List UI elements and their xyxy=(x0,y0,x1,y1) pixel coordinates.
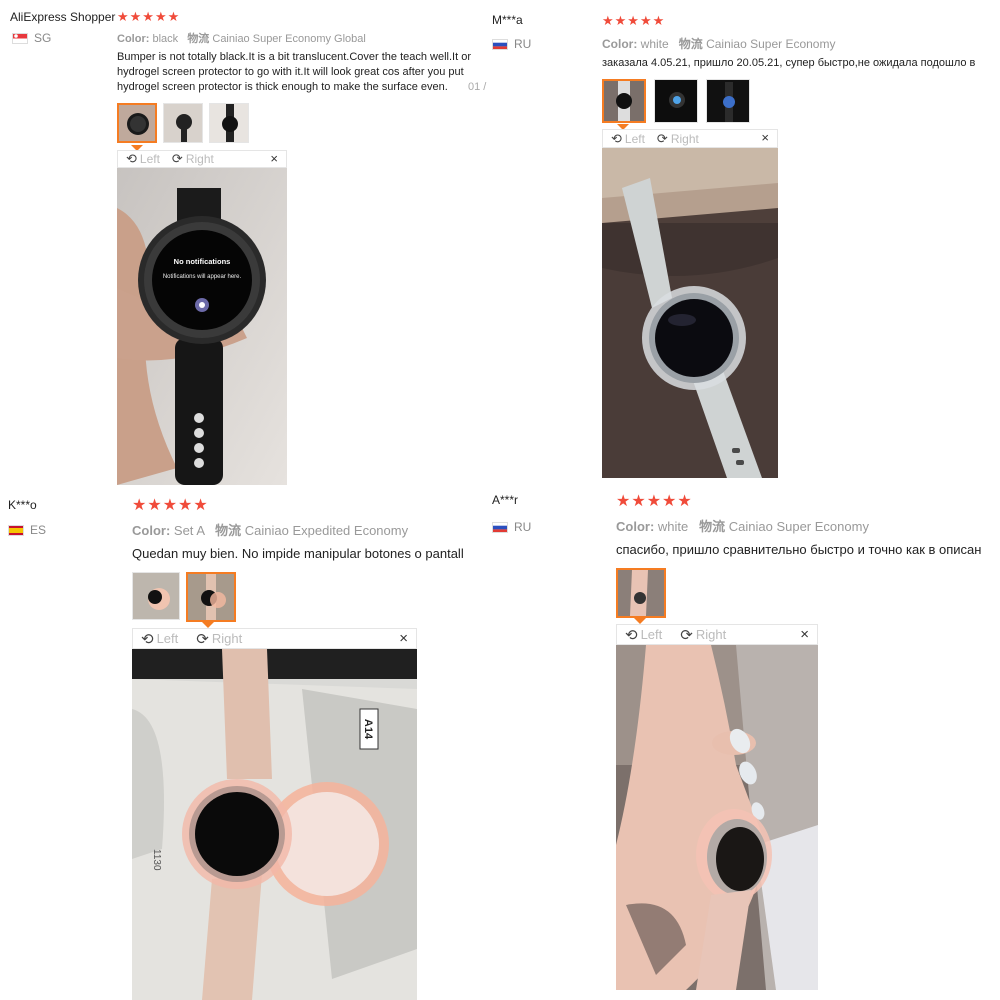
photo-thumbnail[interactable] xyxy=(163,103,203,143)
review-photo-large xyxy=(616,645,818,990)
rotate-left-button[interactable]: ⟲ Left xyxy=(611,131,645,147)
shipping-value: Cainiao Super Economy xyxy=(728,519,869,534)
rotate-right-button[interactable]: ⟳ Right xyxy=(172,151,214,167)
photo-thumbnails xyxy=(117,103,249,143)
review-card: K***o ES ★★★★★ Color: Set A 物流 Cainiao E… xyxy=(0,490,490,1000)
star-rating: ★★★★★ xyxy=(602,13,666,28)
rotate-right-icon: ⟳ xyxy=(680,626,693,644)
shipping-label: 物流 xyxy=(215,523,242,538)
color-value: white xyxy=(657,519,689,534)
close-viewer-button[interactable]: × xyxy=(399,630,408,647)
photo-thumbnail[interactable] xyxy=(706,79,750,123)
review-attributes: Color: white 物流 Cainiao Super Economy xyxy=(616,516,869,535)
reviewer-country: SG xyxy=(12,31,51,45)
rotate-right-icon: ⟳ xyxy=(656,130,668,146)
color-label: Color: xyxy=(132,523,171,538)
country-code: RU xyxy=(514,520,532,534)
review-text: Bumper is not totally black.It is a bit … xyxy=(117,50,487,98)
rotate-left-button[interactable]: ⟲ Left xyxy=(141,630,178,648)
review-body: Bumper is not totally black.It is a bit … xyxy=(117,51,471,93)
rotate-right-button[interactable]: ⟳ Right xyxy=(657,131,699,147)
review-card: M***a RU ★★★★★ Color: white 物流 Cainiao S… xyxy=(490,0,1000,490)
photo-thumbnail[interactable] xyxy=(209,103,249,143)
country-code: SG xyxy=(34,31,52,45)
country-code: RU xyxy=(514,37,532,51)
review-attributes: Color: black 物流 Cainiao Super Economy Gl… xyxy=(117,30,366,46)
rotate-right-icon: ⟳ xyxy=(171,151,183,166)
review-photo-large: A14 1130 xyxy=(132,649,417,1000)
package-number: 1130 xyxy=(151,849,162,871)
star-rating: ★★★★★ xyxy=(132,497,209,514)
review-date: 01 / xyxy=(468,81,490,93)
rotate-left-button[interactable]: ⟲ Left xyxy=(625,626,662,644)
photo-viewer-toolbar: ⟲ Left ⟳ Right × xyxy=(602,129,778,148)
package-label-code: A14 xyxy=(362,719,374,740)
flag-ru-icon xyxy=(492,521,508,533)
shipping-value: Cainiao Super Economy xyxy=(706,37,836,51)
photo-thumbnail[interactable] xyxy=(616,568,666,618)
photo-thumbnail[interactable] xyxy=(132,572,180,620)
photo-thumbnail[interactable] xyxy=(654,79,698,123)
color-value: black xyxy=(152,33,179,45)
rotate-left-icon: ⟲ xyxy=(126,151,137,166)
close-viewer-button[interactable]: × xyxy=(270,151,278,166)
rotate-right-icon: ⟳ xyxy=(196,630,209,648)
review-body: Quedan muy bien. No impide manipular bot… xyxy=(132,546,464,561)
flag-es-icon xyxy=(8,524,24,536)
reviewer-country: RU xyxy=(492,520,531,534)
reviewer-name: K***o xyxy=(8,498,37,512)
rotate-right-button[interactable]: ⟳ Right xyxy=(196,630,242,648)
reviewer-name: A***r xyxy=(492,493,519,507)
review-body: спасибо, пришло сравнительно быстро и то… xyxy=(616,542,982,557)
photo-thumbnails xyxy=(132,572,236,622)
photo-thumbnails xyxy=(616,568,666,618)
review-attributes: Color: Set A 物流 Cainiao Expedited Econom… xyxy=(132,520,408,539)
photo-thumbnail[interactable] xyxy=(117,103,157,143)
watch-screen-title: No notifications xyxy=(174,257,231,266)
review-card: AliExpress Shopper SG ★★★★★ Color: black… xyxy=(0,0,490,490)
rotate-left-icon: ⟲ xyxy=(611,130,622,146)
photo-thumbnails xyxy=(602,79,750,123)
review-attributes: Color: white 物流 Cainiao Super Economy xyxy=(602,35,835,52)
photo-thumbnail[interactable] xyxy=(602,79,646,123)
color-value: white xyxy=(640,37,669,51)
review-text: Quedan muy bien. No impide manipular bot… xyxy=(132,545,487,565)
review-photo-large xyxy=(602,148,778,478)
reviewer-name: M***a xyxy=(492,13,523,27)
color-label: Color: xyxy=(602,37,638,51)
rotate-left-icon: ⟲ xyxy=(625,626,638,644)
review-text: спасибо, пришло сравнительно быстро и то… xyxy=(616,541,1000,561)
review-card: A***r RU ★★★★★ Color: white 物流 Cainiao S… xyxy=(490,490,1000,1000)
color-label: Color: xyxy=(117,33,150,45)
shipping-value: Cainiao Super Economy Global xyxy=(212,33,366,45)
color-value: Set A xyxy=(173,523,205,538)
flag-ru-icon xyxy=(492,38,508,50)
rotate-right-button[interactable]: ⟳ Right xyxy=(680,626,726,644)
color-label: Color: xyxy=(616,519,655,534)
star-rating: ★★★★★ xyxy=(117,9,181,24)
flag-sg-icon xyxy=(12,32,28,44)
review-body: заказала 4.05.21, пришло 20.05.21, супер… xyxy=(602,57,976,69)
photo-viewer-toolbar: ⟲ Left ⟳ Right × xyxy=(616,624,818,645)
photo-viewer-toolbar: ⟲ Left ⟳ Right × xyxy=(132,628,417,649)
reviewer-name: AliExpress Shopper xyxy=(10,10,116,24)
shipping-label: 物流 xyxy=(678,37,703,51)
close-viewer-button[interactable]: × xyxy=(761,130,769,145)
shipping-value: Cainiao Expedited Economy xyxy=(244,523,409,538)
close-viewer-button[interactable]: × xyxy=(800,626,809,643)
star-rating: ★★★★★ xyxy=(616,493,693,510)
review-photo-large: No notifications Notifications will appe… xyxy=(117,168,287,485)
watch-screen-subtitle: Notifications will appear here. xyxy=(163,274,242,280)
country-code: ES xyxy=(30,523,47,537)
reviewer-country: ES xyxy=(8,523,46,537)
review-text: заказала 4.05.21, пришло 20.05.21, супер… xyxy=(602,55,1000,73)
reviewer-country: RU xyxy=(492,37,531,51)
photo-thumbnail[interactable] xyxy=(186,572,236,622)
photo-viewer-toolbar: ⟲ Left ⟳ Right × xyxy=(117,150,287,168)
shipping-label: 物流 xyxy=(187,33,210,45)
rotate-left-button[interactable]: ⟲ Left xyxy=(126,151,160,167)
shipping-label: 物流 xyxy=(699,519,726,534)
rotate-left-icon: ⟲ xyxy=(141,630,154,648)
